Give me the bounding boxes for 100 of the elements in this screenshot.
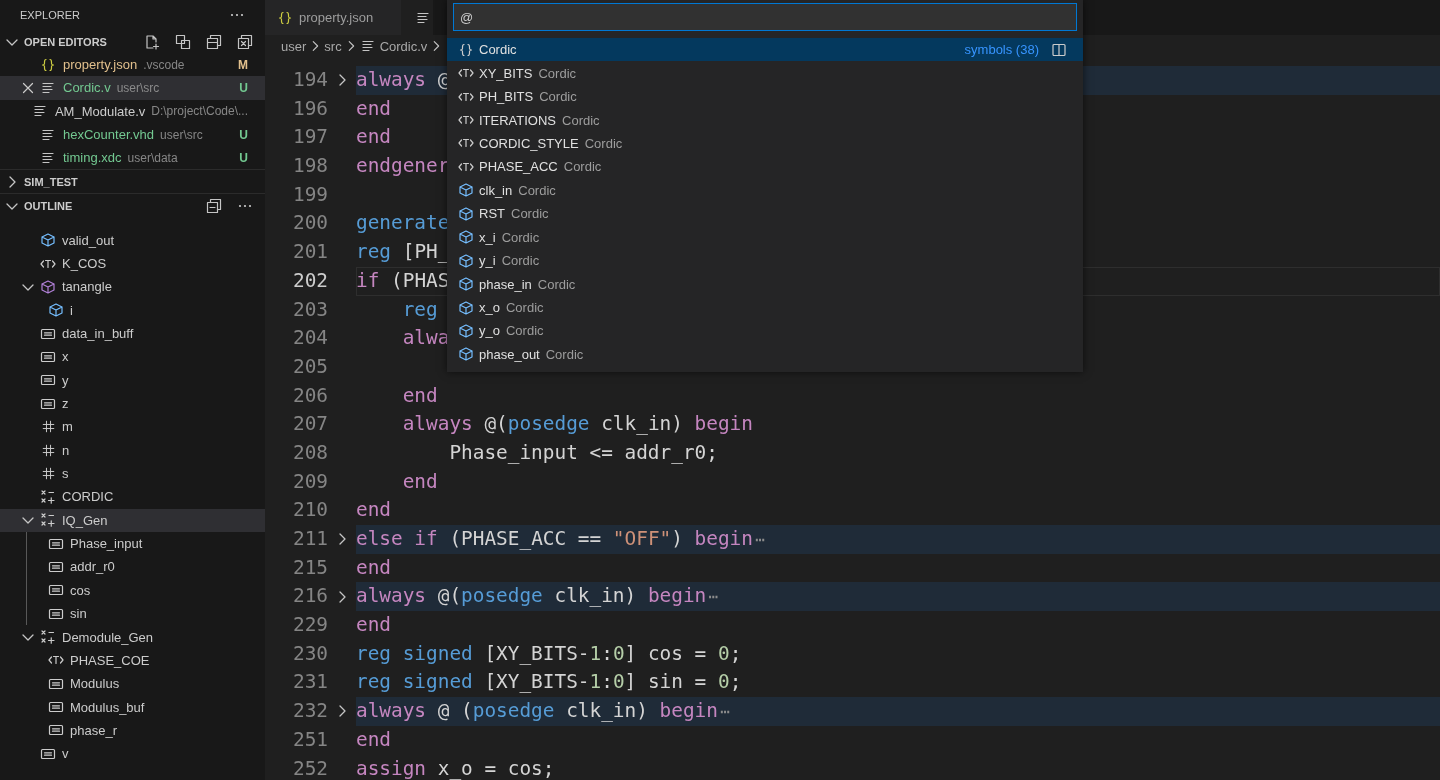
- overlapping-squares-icon[interactable]: [175, 33, 191, 50]
- symbol-container: Cordic: [537, 276, 576, 292]
- symbol-container: Cordic: [584, 135, 623, 151]
- code-line: assign x_o = cos;: [356, 755, 555, 780]
- tree-item[interactable]: z: [0, 391, 265, 416]
- quick-pick-item[interactable]: y_i Cordic: [447, 248, 1083, 273]
- symbol-name: CORDIC_STYLE: [479, 135, 579, 151]
- tree-item[interactable]: CORDIC: [0, 485, 265, 509]
- tree-item[interactable]: m: [0, 415, 265, 439]
- symbol-name: Modulus: [70, 676, 120, 692]
- collapse-all-icon[interactable]: [206, 198, 222, 214]
- code-line: end: [356, 612, 392, 639]
- tree-item[interactable]: n: [0, 438, 265, 462]
- tree-item[interactable]: cos: [0, 578, 265, 602]
- open-editor-item[interactable]: hexCounter.vhd user\src U: [0, 122, 265, 147]
- tree-item[interactable]: s: [0, 461, 265, 486]
- quick-pick-item[interactable]: x_o Cordic: [447, 295, 1083, 320]
- code-line: always @ (posedge clk_in) begin⋯: [356, 698, 730, 725]
- line-number: 204: [291, 325, 328, 352]
- quick-pick-item[interactable]: PH_BITS Cordic: [447, 84, 1083, 109]
- symbol-name: phase_in: [479, 276, 532, 292]
- cube-icon: [458, 252, 474, 269]
- line-number: 206: [291, 382, 328, 409]
- symbol-name: s: [62, 466, 69, 482]
- editor-tab[interactable]: [401, 0, 434, 35]
- open-editor-item[interactable]: property.json .vscode M: [0, 53, 265, 77]
- open-editor-item[interactable]: AM_Modulate.v D:\project\Code\...: [0, 99, 265, 123]
- open-editor-item[interactable]: Cordic.v user\src U: [0, 76, 265, 100]
- quick-pick-item[interactable]: Cordic symbols (38): [447, 38, 1083, 62]
- tree-item[interactable]: Phase_input: [0, 531, 265, 556]
- line-number: 197: [291, 124, 328, 151]
- tree-item[interactable]: v: [0, 742, 265, 766]
- git-status: U: [239, 127, 248, 142]
- section-title: OUTLINE: [24, 200, 73, 212]
- symbol-name: v: [62, 746, 69, 762]
- symbol-name: phase_out: [479, 346, 540, 362]
- code-line: end: [356, 95, 392, 122]
- section-header[interactable]: SIM_TEST: [0, 169, 265, 194]
- quick-pick-item[interactable]: phase_out Cordic: [447, 342, 1083, 367]
- symbol-name: n: [62, 442, 70, 458]
- line-number: 215: [291, 554, 328, 581]
- split-editor-icon[interactable]: [1051, 41, 1067, 58]
- code-line: generate: [356, 210, 450, 237]
- symbol-name: PH_BITS: [479, 89, 534, 105]
- file-path: user\src: [116, 80, 160, 95]
- code-line: end: [356, 124, 392, 151]
- cube-icon: [48, 302, 64, 319]
- quick-pick-item[interactable]: y_o Cordic: [447, 319, 1083, 343]
- tree-item[interactable]: phase_r: [0, 718, 265, 743]
- tree-item[interactable]: Modulus_buf: [0, 695, 265, 719]
- quick-pick-item[interactable]: x_i Cordic: [447, 225, 1083, 249]
- tree-item[interactable]: x: [0, 345, 265, 369]
- tree-item[interactable]: addr_r0: [0, 555, 265, 579]
- tree-item[interactable]: K_COS: [0, 251, 265, 276]
- tree-item[interactable]: tanangle: [0, 275, 265, 299]
- editor-tab[interactable]: property.json: [265, 0, 402, 35]
- symbol-count: symbols (38): [964, 42, 1039, 58]
- explorer-title: EXPLORER: [20, 9, 80, 21]
- breadcrumb-item[interactable]: src: [324, 38, 342, 54]
- tree-item[interactable]: Modulus: [0, 672, 265, 696]
- quick-pick-item[interactable]: PHASE_ACC Cordic: [447, 155, 1083, 179]
- code-line: reg signed [XY_BITS-1:0] cos = 0;: [356, 640, 742, 667]
- tree-item[interactable]: y: [0, 368, 265, 392]
- section-header[interactable]: OPEN EDITORS: [0, 30, 265, 53]
- quick-pick-item[interactable]: ITERATIONS Cordic: [447, 108, 1083, 132]
- tree-item[interactable]: i: [0, 298, 265, 322]
- file-name: timing.xdc: [63, 150, 122, 166]
- symbol-name: x_o: [479, 300, 500, 316]
- quick-pick-item[interactable]: XY_BITS Cordic: [447, 61, 1083, 85]
- symbol-name: valid_out: [62, 232, 115, 248]
- tree-item[interactable]: PHASE_COE: [0, 648, 265, 672]
- symbol-name: y: [62, 372, 69, 388]
- code-line: reg [PH_: [356, 239, 450, 266]
- stacked-squares-icon[interactable]: [206, 33, 222, 50]
- quick-pick-item[interactable]: RST Cordic: [447, 202, 1083, 226]
- tree-item[interactable]: IQ_Gen: [0, 508, 265, 532]
- tree-item[interactable]: Demodule_Gen: [0, 625, 265, 649]
- tree-item[interactable]: data_in_buff: [0, 321, 265, 346]
- symbol-name: ITERATIONS: [479, 112, 557, 128]
- search-field[interactable]: @: [453, 3, 1077, 31]
- close-all-icon[interactable]: [237, 33, 253, 50]
- symbol-container: Cordic: [562, 112, 600, 128]
- braces-icon: [277, 9, 293, 26]
- quick-pick-item[interactable]: clk_in Cordic: [447, 178, 1083, 203]
- quick-pick-item[interactable]: phase_in Cordic: [447, 272, 1083, 296]
- symbol-name: i: [70, 302, 73, 318]
- section-header[interactable]: OUTLINE: [0, 193, 265, 218]
- tree-item[interactable]: valid_out: [0, 228, 265, 252]
- new-file-icon[interactable]: [144, 33, 160, 50]
- cube-icon: [458, 322, 474, 339]
- breadcrumb-item[interactable]: Cordic.v: [379, 38, 428, 54]
- open-editor-item[interactable]: timing.xdc user\data U: [0, 146, 265, 170]
- breadcrumb-item[interactable]: user: [281, 38, 307, 54]
- line-number: 207: [291, 411, 328, 438]
- symbol-name: sin: [70, 606, 87, 622]
- quick-pick-item[interactable]: CORDIC_STYLE Cordic: [447, 131, 1083, 156]
- symbol-name: y_i: [479, 253, 496, 269]
- symbol-name: phase_r: [70, 722, 117, 738]
- line-number: 209: [291, 468, 328, 495]
- tree-item[interactable]: sin: [0, 602, 265, 626]
